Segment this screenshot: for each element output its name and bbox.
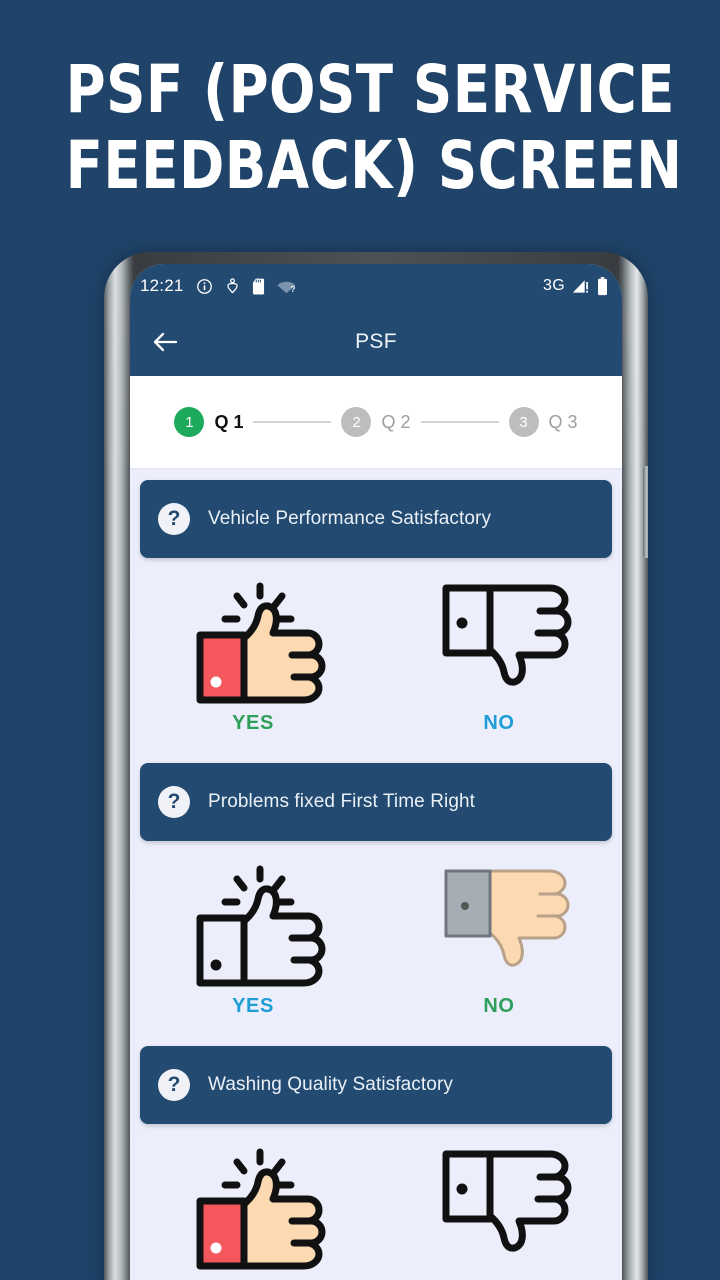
answer-no-1[interactable]: NO (376, 578, 622, 735)
question-card-2: ? Problems fixed First Time Right (140, 763, 612, 841)
thumbs-up-icon (196, 1148, 326, 1270)
status-bar: 12:21 ? 3G (130, 264, 622, 308)
step-connector-1 (253, 421, 332, 423)
answer-no-2[interactable]: NO (376, 861, 622, 1018)
phone-side-button[interactable] (643, 466, 648, 558)
answer-yes-1[interactable]: YES (130, 578, 376, 735)
thumbs-up-icon (196, 865, 326, 987)
page-title: PSF (POST SERVICE FEEDBACK) SCREEN (29, 52, 691, 204)
question-1-text: Vehicle Performance Satisfactory (208, 508, 492, 529)
question-card-1: ? Vehicle Performance Satisfactory (140, 480, 612, 558)
page-title-line-2: FEEDBACK) SCREEN (65, 127, 683, 204)
health-icon (225, 277, 240, 295)
phone-mockup: 12:21 ? 3G PSF 1 Q 1 2 Q 2 3 Q 3 ? Vehic… (104, 252, 648, 1280)
network-type-label: 3G (543, 277, 565, 294)
answer-yes-2-label: YES (232, 995, 274, 1017)
step-3[interactable]: 3 Q 3 (508, 407, 578, 437)
signal-warning-icon (572, 278, 590, 295)
status-bar-clock: 12:21 (140, 276, 184, 295)
answer-no-3[interactable]: NO (376, 1144, 622, 1280)
question-mark-icon: ? (158, 503, 190, 535)
answer-row-2: YES NO (130, 841, 622, 1034)
step-1-label: Q 1 (214, 411, 244, 432)
status-bar-left-icons: ? (196, 277, 296, 295)
step-2-number: 2 (341, 407, 372, 437)
poster: PSF (POST SERVICE FEEDBACK) SCREEN 12:21 (0, 0, 720, 1280)
answer-yes-3[interactable]: YES (130, 1144, 376, 1280)
info-icon (196, 278, 213, 295)
step-connector-2 (420, 421, 499, 423)
step-3-label: Q 3 (548, 411, 578, 432)
step-1[interactable]: 1 Q 1 (174, 407, 243, 437)
step-2[interactable]: 2 Q 2 (341, 407, 411, 437)
question-card-3: ? Washing Quality Satisfactory (140, 1046, 612, 1124)
question-list: ? Vehicle Performance Satisfactory YES N… (130, 480, 622, 1280)
page-title-line-1: PSF (POST SERVICE (65, 51, 675, 128)
thumbs-down-icon (442, 1150, 572, 1252)
thumbs-down-icon (444, 869, 570, 967)
thumbs-up-icon (196, 582, 326, 704)
question-stepper: 1 Q 1 2 Q 2 3 Q 3 (130, 376, 622, 468)
wifi-question-icon: ? (277, 279, 296, 294)
answer-yes-2[interactable]: YES (130, 861, 376, 1018)
answer-row-1: YES NO (130, 558, 622, 751)
answer-yes-1-label: YES (232, 712, 274, 734)
status-bar-right-icons: 3G (543, 276, 608, 296)
step-3-number: 3 (508, 407, 539, 437)
step-2-label: Q 2 (381, 411, 411, 432)
answer-no-2-label: NO (483, 995, 515, 1017)
question-mark-icon: ? (158, 1069, 190, 1101)
app-bar: PSF (130, 308, 622, 376)
question-2-text: Problems fixed First Time Right (208, 791, 476, 812)
answer-no-1-label: NO (483, 712, 515, 734)
step-1-number: 1 (174, 407, 205, 437)
thumbs-down-icon (442, 584, 572, 686)
question-mark-icon: ? (158, 786, 190, 818)
sd-card-icon (252, 278, 265, 295)
battery-icon (597, 276, 608, 296)
phone-screen: 12:21 ? 3G PSF 1 Q 1 2 Q 2 3 Q 3 ? Vehic… (130, 264, 622, 1280)
app-bar-title: PSF (355, 330, 397, 353)
question-3-text: Washing Quality Satisfactory (208, 1074, 453, 1095)
svg-text:?: ? (290, 285, 295, 294)
answer-row-3: YES NO (130, 1124, 622, 1280)
back-arrow-icon[interactable] (148, 325, 182, 359)
